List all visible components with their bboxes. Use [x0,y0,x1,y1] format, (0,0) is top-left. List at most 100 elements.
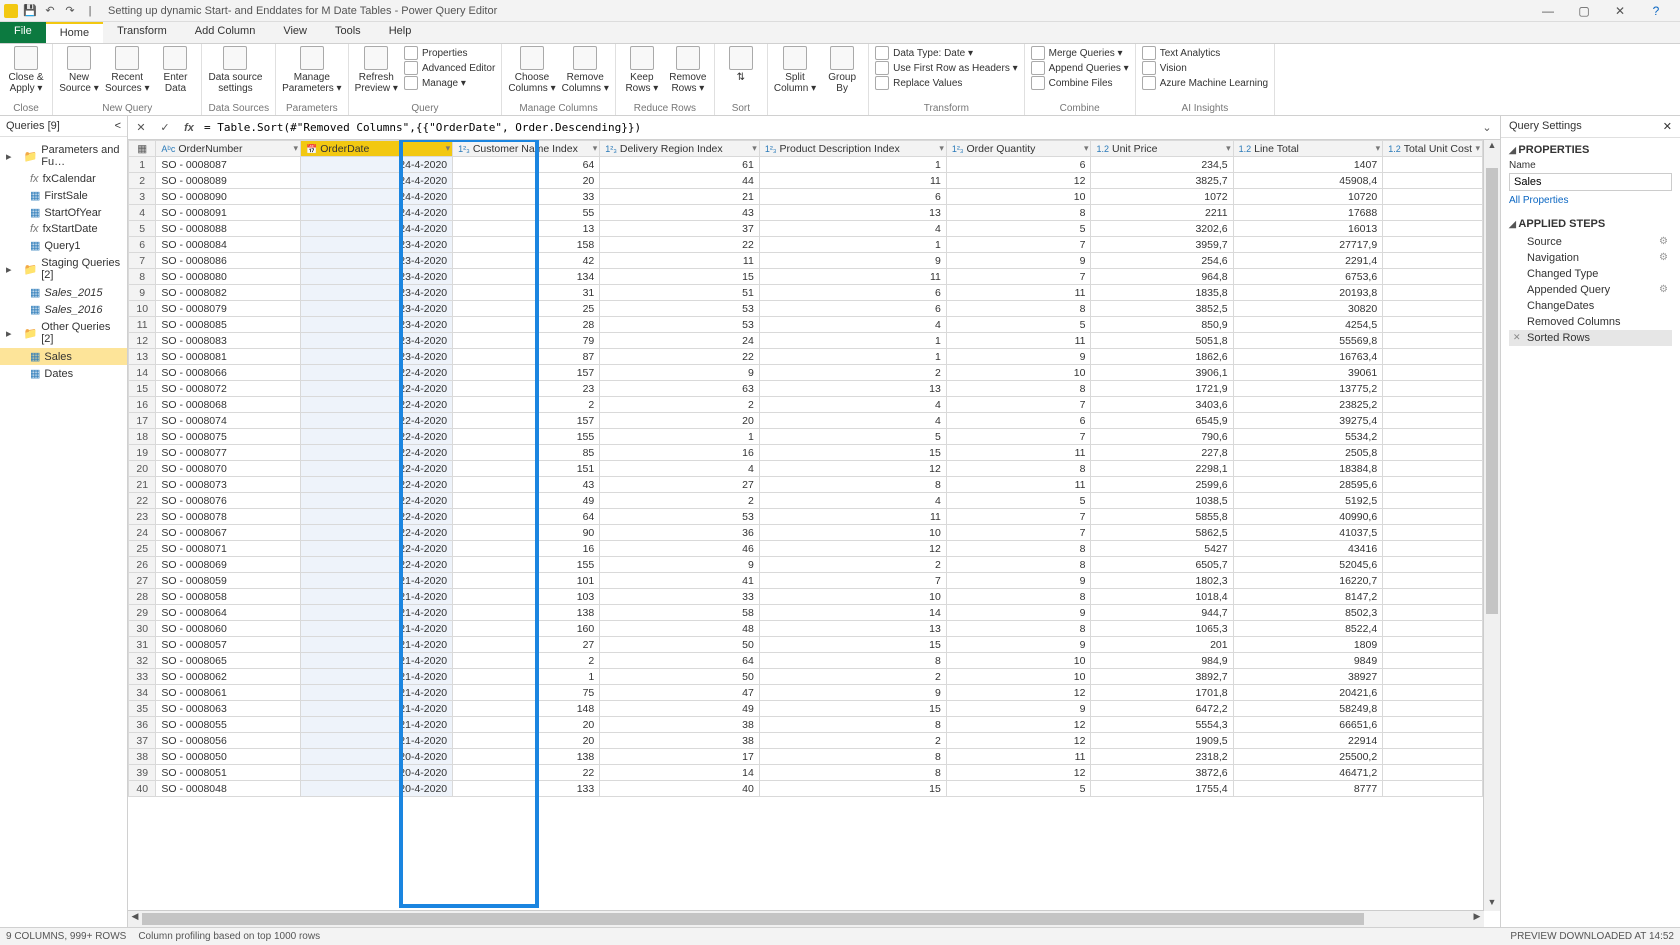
cell[interactable]: 23-4-2020 [301,301,453,317]
row-header[interactable]: 10 [129,301,156,317]
cell[interactable] [1383,541,1483,557]
cell[interactable]: 11 [946,285,1091,301]
cell[interactable] [1383,765,1483,781]
applied-step-changed-type[interactable]: Changed Type [1509,266,1672,282]
help-icon[interactable]: ? [1642,2,1670,20]
row-header[interactable]: 8 [129,269,156,285]
cell[interactable]: 16220,7 [1233,573,1383,589]
cell[interactable]: 23-4-2020 [301,285,453,301]
cell[interactable]: 27 [600,477,760,493]
cell[interactable]: 10720 [1233,189,1383,205]
cell[interactable]: 6753,6 [1233,269,1383,285]
cell[interactable]: 101 [453,573,600,589]
cell[interactable]: SO - 0008051 [156,765,301,781]
cell[interactable]: 47 [600,685,760,701]
cell[interactable]: 28 [453,317,600,333]
cell[interactable]: 48 [600,621,760,637]
cell[interactable]: SO - 0008077 [156,445,301,461]
table-row[interactable]: 13SO - 000808123-4-20208722191862,616763… [129,349,1483,365]
table-row[interactable]: 20SO - 000807022-4-202015141282298,11838… [129,461,1483,477]
cell[interactable]: 24-4-2020 [301,221,453,237]
cell[interactable]: 21 [600,189,760,205]
row-header[interactable]: 35 [129,701,156,717]
table-row[interactable]: 19SO - 000807722-4-202085161511227,82505… [129,445,1483,461]
cell[interactable]: 21-4-2020 [301,573,453,589]
applied-step-navigation[interactable]: Navigation⚙ [1509,250,1672,266]
cell[interactable]: 1802,3 [1091,573,1233,589]
cell[interactable]: 20-4-2020 [301,749,453,765]
cell[interactable]: 4254,5 [1233,317,1383,333]
row-header[interactable]: 25 [129,541,156,557]
cell[interactable]: 9 [759,253,946,269]
cell[interactable]: 52045,6 [1233,557,1383,573]
cell[interactable]: 22-4-2020 [301,493,453,509]
cell[interactable] [1383,333,1483,349]
cell[interactable]: 138 [453,605,600,621]
cell[interactable]: 8 [946,461,1091,477]
cell[interactable]: SO - 0008048 [156,781,301,797]
cell[interactable]: 16013 [1233,221,1383,237]
cell[interactable]: SO - 0008089 [156,173,301,189]
table-row[interactable]: 4SO - 000809124-4-20205543138221117688 [129,205,1483,221]
cell[interactable]: SO - 0008084 [156,237,301,253]
cell[interactable]: SO - 0008086 [156,253,301,269]
cell[interactable]: 27717,9 [1233,237,1383,253]
row-header[interactable]: 7 [129,253,156,269]
column-dropdown-icon[interactable]: ▾ [939,143,944,154]
table-row[interactable]: 38SO - 000805020-4-2020138178112318,2255… [129,749,1483,765]
cell[interactable]: 8 [946,301,1091,317]
cell[interactable]: 20 [453,733,600,749]
ribbon-button[interactable]: NewSource ▾ [59,46,99,102]
cell[interactable]: 4 [759,221,946,237]
cell[interactable]: 3825,7 [1091,173,1233,189]
cell[interactable]: 6 [759,301,946,317]
cell[interactable]: 7 [946,397,1091,413]
row-header[interactable]: 5 [129,221,156,237]
all-properties-link[interactable]: All Properties [1509,195,1672,206]
cell[interactable]: 10 [946,653,1091,669]
cell[interactable] [1383,445,1483,461]
cell[interactable]: 22 [453,765,600,781]
cell[interactable]: 14 [759,605,946,621]
table-row[interactable]: 2SO - 000808924-4-2020204411123825,74590… [129,173,1483,189]
cell[interactable]: 1721,9 [1091,381,1233,397]
column-header-ordernumber[interactable]: AᵇcOrderNumber▾ [156,141,301,157]
cell[interactable]: 12 [946,765,1091,781]
cell[interactable]: 12 [946,717,1091,733]
cell[interactable]: 23 [453,381,600,397]
cell[interactable]: 1018,4 [1091,589,1233,605]
cell[interactable]: SO - 0008057 [156,637,301,653]
cell[interactable]: 4 [759,397,946,413]
tab-home[interactable]: Home [46,22,103,43]
table-row[interactable]: 5SO - 000808824-4-20201337453202,616013 [129,221,1483,237]
cell[interactable] [1383,413,1483,429]
cell[interactable]: 5 [946,221,1091,237]
cell[interactable] [1383,653,1483,669]
applied-step-appended-query[interactable]: Appended Query⚙ [1509,282,1672,298]
tab-help[interactable]: Help [375,22,426,43]
close-button[interactable]: ✕ [1606,2,1634,20]
cell[interactable]: 201 [1091,637,1233,653]
cell[interactable]: 6472,2 [1091,701,1233,717]
scroll-up-icon[interactable]: ▲ [1484,140,1500,154]
column-header-order-quantity[interactable]: 1²₃Order Quantity▾ [946,141,1091,157]
cell[interactable]: 11 [759,173,946,189]
cell[interactable]: 23825,2 [1233,397,1383,413]
cell[interactable]: 3852,5 [1091,301,1233,317]
cell[interactable]: 5192,5 [1233,493,1383,509]
accept-formula-icon[interactable]: ✓ [156,119,174,137]
cell[interactable]: 79 [453,333,600,349]
cell[interactable]: 7 [946,525,1091,541]
cell[interactable]: 13 [759,621,946,637]
cell[interactable]: 21-4-2020 [301,637,453,653]
table-row[interactable]: 36SO - 000805521-4-202020388125554,36665… [129,717,1483,733]
cell[interactable]: 2318,2 [1091,749,1233,765]
cell[interactable]: 16 [600,445,760,461]
cell[interactable] [1383,397,1483,413]
cell[interactable]: 20-4-2020 [301,765,453,781]
cell[interactable]: 24-4-2020 [301,189,453,205]
gear-icon[interactable]: ⚙ [1659,252,1668,263]
ribbon-small-button[interactable]: Use First Row as Headers ▾ [875,61,1018,75]
ribbon-button[interactable]: RemoveRows ▾ [668,46,708,102]
cell[interactable] [1383,221,1483,237]
